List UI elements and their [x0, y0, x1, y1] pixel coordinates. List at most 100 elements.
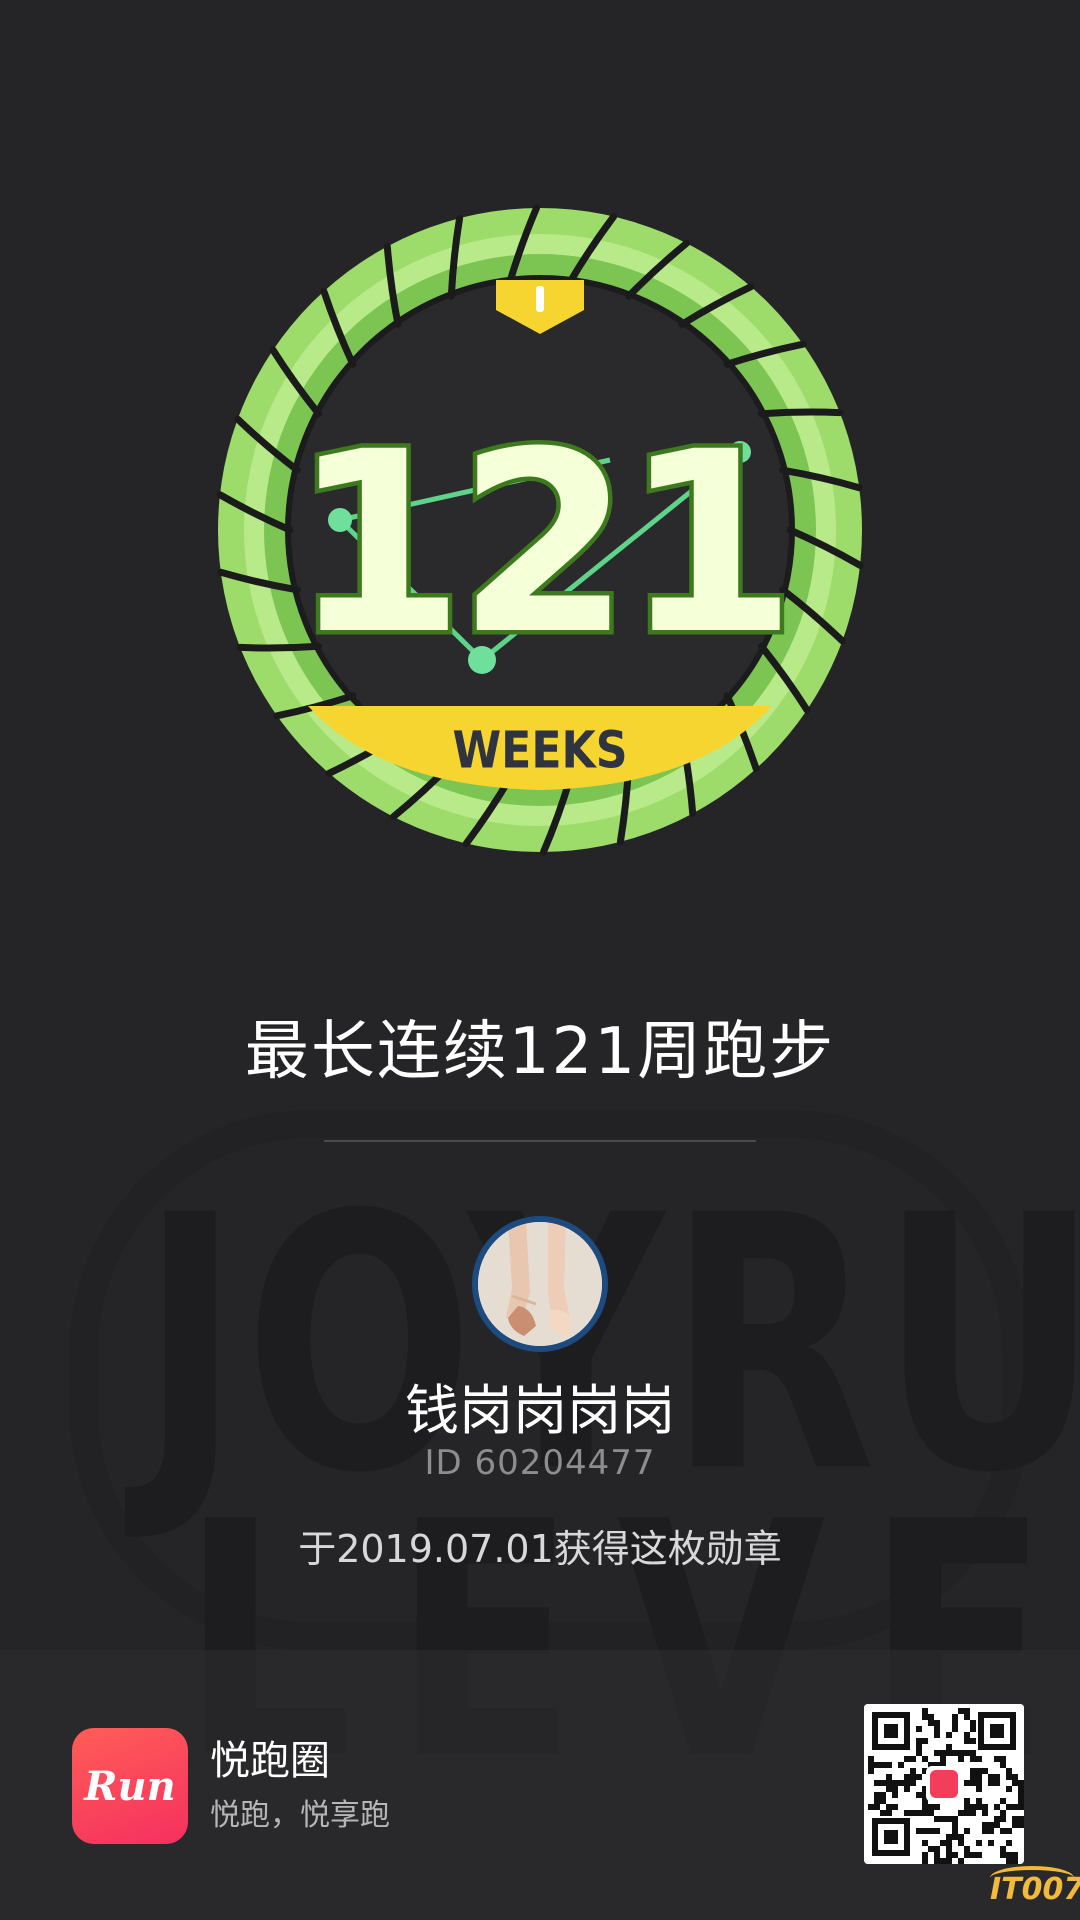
qr-module — [874, 1798, 880, 1804]
qr-module — [910, 1756, 916, 1762]
qr-module — [982, 1810, 988, 1816]
qr-module — [970, 1804, 976, 1810]
qr-module — [910, 1780, 916, 1786]
divider — [324, 1140, 756, 1142]
qr-module — [934, 1858, 940, 1864]
qr-module — [928, 1804, 934, 1810]
qr-module — [886, 1810, 892, 1816]
qr-module — [940, 1840, 946, 1846]
qr-module — [1012, 1780, 1018, 1786]
qr-module — [922, 1708, 928, 1714]
qr-module — [922, 1840, 928, 1846]
qr-module — [1000, 1762, 1006, 1768]
avatar-image — [478, 1222, 602, 1346]
qr-module — [952, 1714, 958, 1720]
qr-module — [1012, 1858, 1018, 1864]
qr-center-logo — [930, 1770, 958, 1798]
qr-module — [976, 1756, 982, 1762]
qr-module — [958, 1708, 964, 1714]
qr-module — [994, 1822, 1000, 1828]
qr-module — [922, 1852, 928, 1858]
qr-module — [886, 1774, 892, 1780]
qr-module — [988, 1822, 994, 1828]
avatar[interactable] — [472, 1216, 608, 1352]
qr-module — [904, 1786, 910, 1792]
qr-module — [1018, 1780, 1024, 1786]
qr-module — [892, 1786, 898, 1792]
qr-module — [952, 1822, 958, 1828]
qr-module — [916, 1828, 922, 1834]
qr-module — [952, 1816, 958, 1822]
qr-module — [964, 1804, 970, 1810]
qr-module — [916, 1810, 922, 1816]
qr-module — [982, 1828, 988, 1834]
badge-title: 最长连续121周跑步 — [244, 1015, 836, 1089]
qr-module — [916, 1792, 922, 1798]
qr-module — [922, 1756, 928, 1762]
earned-date: 于2019.07.01获得这枚勋章 — [298, 1527, 782, 1571]
qr-module — [1006, 1804, 1012, 1810]
qr-module — [994, 1780, 1000, 1786]
qr-module — [934, 1726, 940, 1732]
qr-module — [1000, 1852, 1006, 1858]
qr-module — [1006, 1786, 1012, 1792]
qr-module — [982, 1822, 988, 1828]
qr-module — [964, 1846, 970, 1852]
qr-module — [1000, 1798, 1006, 1804]
qr-module — [886, 1804, 892, 1810]
qr-module — [976, 1774, 982, 1780]
qr-module — [970, 1750, 976, 1756]
qr-module — [916, 1738, 922, 1744]
qr-module — [904, 1756, 910, 1762]
qr-module — [952, 1828, 958, 1834]
qr-module — [880, 1810, 886, 1816]
user-id: ID 60204477 — [424, 1443, 656, 1483]
qr-module — [964, 1780, 970, 1786]
qr-module — [1018, 1822, 1024, 1828]
qr-module — [892, 1780, 898, 1786]
qr-module — [880, 1792, 886, 1798]
qr-module — [976, 1780, 982, 1786]
qr-module — [970, 1852, 976, 1858]
qr-module — [922, 1810, 928, 1816]
qr-module — [940, 1756, 946, 1762]
qr-module — [868, 1768, 874, 1774]
badge-share-page: JOYRUN LEVEL WEEKS 121 最长连续121周跑步 — [0, 0, 1080, 1920]
app-icon[interactable]: Run — [72, 1728, 188, 1844]
qr-module — [976, 1852, 982, 1858]
badge-unit-label: WEEKS — [452, 722, 627, 781]
qr-module — [934, 1804, 940, 1810]
qr-module — [952, 1750, 958, 1756]
qr-module — [880, 1780, 886, 1786]
qr-module — [970, 1810, 976, 1816]
qr-module — [916, 1774, 922, 1780]
qr-module — [886, 1762, 892, 1768]
qr-module — [970, 1720, 976, 1726]
qr-module — [958, 1810, 964, 1816]
username: 钱岗岗岗岗 — [405, 1379, 675, 1442]
qr-code-icon[interactable] — [864, 1704, 1024, 1864]
qr-module — [886, 1780, 892, 1786]
corner-watermark-logo: IT007 — [990, 1872, 1080, 1907]
qr-module — [940, 1816, 946, 1822]
qr-module — [880, 1762, 886, 1768]
app-icon-label: Run — [84, 1762, 176, 1810]
qr-module — [982, 1768, 988, 1774]
qr-module — [988, 1774, 994, 1780]
qr-module — [940, 1858, 946, 1864]
qr-module — [874, 1780, 880, 1786]
qr-module — [946, 1846, 952, 1852]
qr-module — [970, 1768, 976, 1774]
qr-module — [928, 1720, 934, 1726]
qr-module — [976, 1768, 982, 1774]
qr-module — [904, 1780, 910, 1786]
qr-module — [994, 1756, 1000, 1762]
qr-module — [958, 1750, 964, 1756]
qr-module — [886, 1786, 892, 1792]
qr-module — [1012, 1822, 1018, 1828]
qr-module — [952, 1720, 958, 1726]
qr-module — [976, 1840, 982, 1846]
badge-top-marker-line — [536, 286, 544, 312]
qr-module — [1006, 1852, 1012, 1858]
qr-module — [946, 1750, 952, 1756]
